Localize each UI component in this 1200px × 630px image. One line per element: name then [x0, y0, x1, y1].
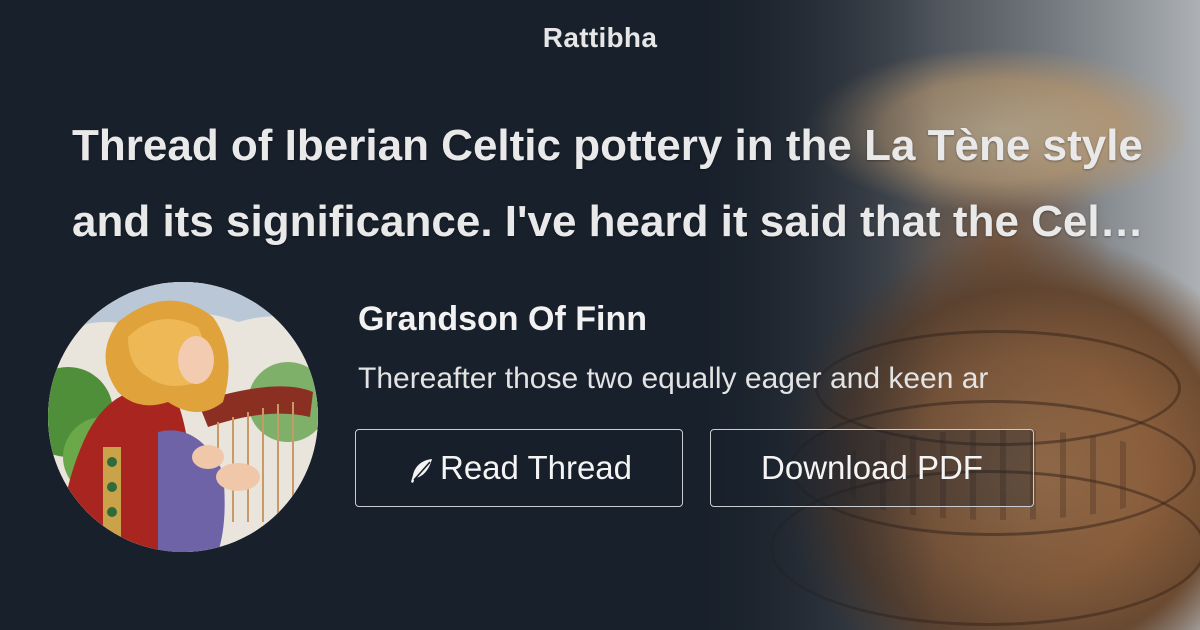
download-pdf-label: Download PDF	[761, 449, 983, 486]
read-thread-label: Read Thread	[439, 449, 633, 486]
thread-title: Thread of Iberian Celtic pottery in the …	[72, 121, 1151, 246]
author-name: Grandson Of Finn	[358, 300, 647, 338]
brand-title: Rattibha	[542, 22, 658, 53]
thread-excerpt: Thereafter those two equally eager and k…	[358, 362, 989, 395]
read-thread-button[interactable]: Read Thread	[355, 429, 683, 507]
download-pdf-button[interactable]: Download PDF	[710, 429, 1034, 507]
author-avatar	[48, 282, 318, 552]
feather-icon	[406, 456, 436, 486]
share-card: Rattibha Thread of Iberian Celtic potter…	[0, 0, 1200, 630]
